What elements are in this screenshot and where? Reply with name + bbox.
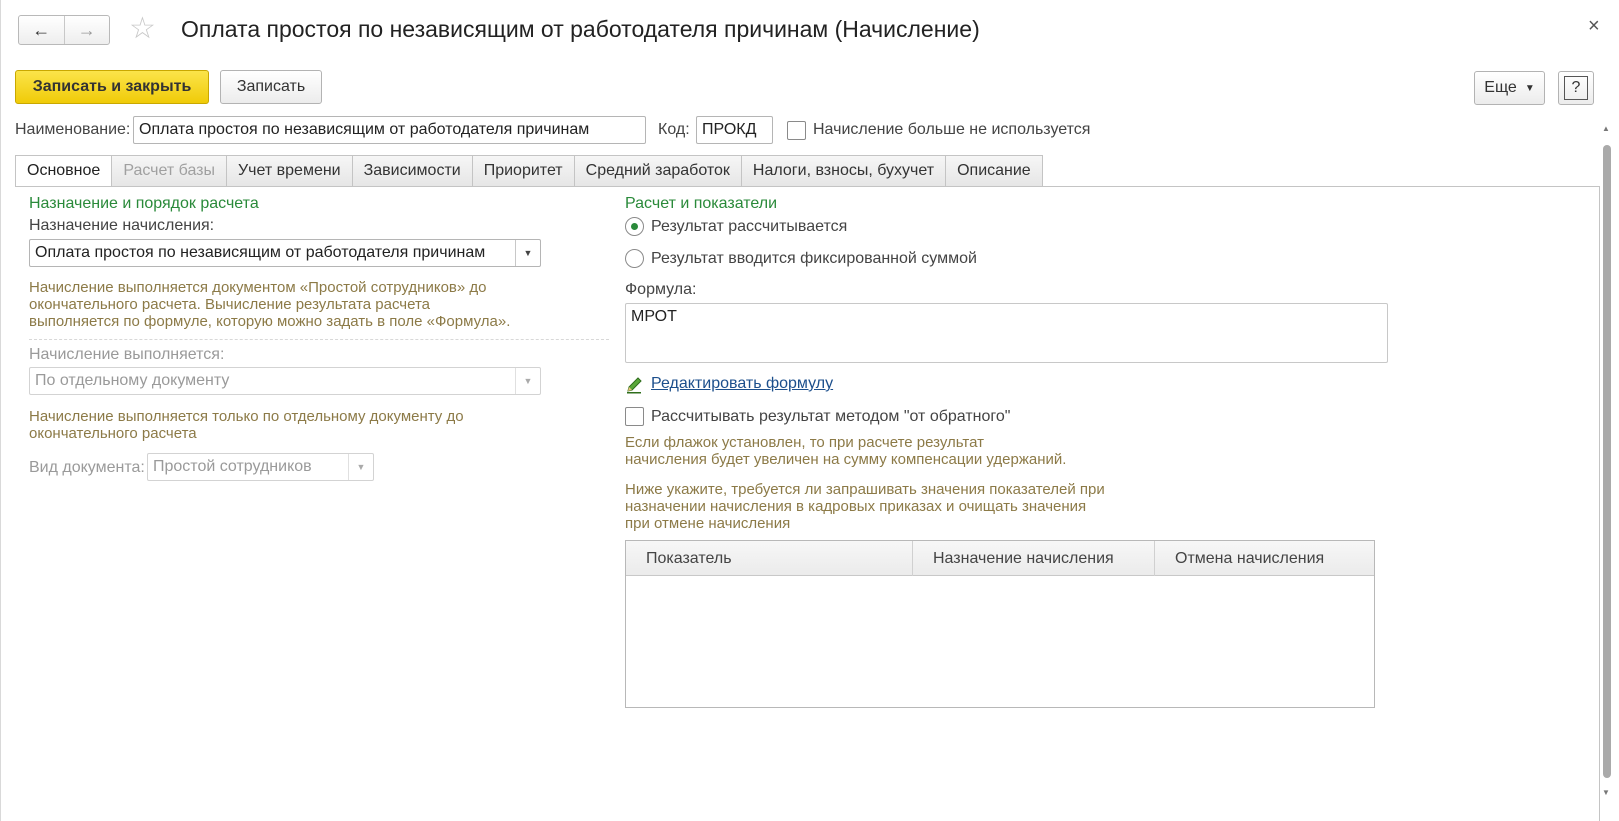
indicators-hint-line-1: Ниже укажите, требуется ли запрашивать з… xyxy=(625,481,1105,498)
doc-type-select: Простой сотрудников ▼ xyxy=(147,453,374,481)
navigation-buttons: ← → xyxy=(18,15,110,45)
purpose-select-value: Оплата простоя по независящим от работод… xyxy=(35,244,486,261)
table-header: Показатель Назначение начисления Отмена … xyxy=(626,541,1374,576)
tab-description[interactable]: Описание xyxy=(946,155,1043,187)
back-button[interactable]: ← xyxy=(19,16,64,44)
radio-result-fixed-label: Результат вводится фиксированной суммой xyxy=(651,250,977,267)
tab-taxes[interactable]: Налоги, взносы, бухучет xyxy=(741,155,947,187)
help-button[interactable]: ? xyxy=(1558,71,1594,105)
edit-formula-link[interactable]: Редактировать формулу xyxy=(651,375,833,393)
formula-input[interactable]: МРОТ xyxy=(625,303,1388,363)
radio-result-calculated[interactable] xyxy=(625,217,644,236)
performed-hint-line-1: Начисление выполняется только по отдельн… xyxy=(29,408,464,425)
unused-checkbox[interactable] xyxy=(787,121,806,140)
divider xyxy=(29,339,609,340)
chevron-down-icon: ▼ xyxy=(348,454,373,480)
tab-time-accounting[interactable]: Учет времени xyxy=(227,155,353,187)
chevron-down-icon: ▼ xyxy=(1524,82,1535,94)
reverse-hint-line-2: начисления будет увеличен на сумму компе… xyxy=(625,451,1067,468)
reverse-method-checkbox[interactable] xyxy=(625,407,644,426)
reverse-method-label: Рассчитывать результат методом "от обрат… xyxy=(651,408,1011,425)
performed-select-value: По отдельному документу xyxy=(35,372,230,389)
chevron-down-icon: ▼ xyxy=(515,368,540,394)
column-header-cancellation[interactable]: Отмена начисления xyxy=(1155,541,1374,576)
arrow-left-icon: ← xyxy=(32,19,51,40)
tab-base-calculation[interactable]: Расчет базы xyxy=(112,155,227,187)
chevron-down-icon[interactable]: ▼ xyxy=(515,240,540,266)
indicators-hint-line-3: при отмене начисления xyxy=(625,515,791,532)
doc-type-label: Вид документа: xyxy=(29,459,145,476)
scroll-down-icon[interactable]: ▼ xyxy=(1602,788,1610,797)
code-label: Код: xyxy=(658,121,690,138)
tab-bar: Основное Расчет базы Учет времени Зависи… xyxy=(15,155,1043,187)
tab-main[interactable]: Основное xyxy=(15,155,113,187)
performed-label: Начисление выполняется: xyxy=(29,346,225,363)
performed-hint-line-2: окончательного расчета xyxy=(29,425,197,442)
doc-type-select-value: Простой сотрудников xyxy=(153,458,312,475)
column-header-indicator[interactable]: Показатель xyxy=(626,541,913,576)
help-icon: ? xyxy=(1564,76,1588,100)
scroll-up-icon[interactable]: ▲ xyxy=(1602,124,1610,133)
arrow-right-icon: → xyxy=(77,19,96,40)
column-header-assignment[interactable]: Назначение начисления xyxy=(913,541,1155,576)
formula-label: Формула: xyxy=(625,281,697,298)
section-title-purpose: Назначение и порядок расчета xyxy=(29,195,259,212)
radio-result-fixed[interactable] xyxy=(625,249,644,268)
reverse-hint-line-1: Если флажок установлен, то при расчете р… xyxy=(625,434,985,451)
tab-dependencies[interactable]: Зависимости xyxy=(352,155,473,187)
forward-button[interactable]: → xyxy=(63,16,110,44)
purpose-hint-line-3: выполняется по формуле, которую можно за… xyxy=(29,313,511,330)
save-button[interactable]: Записать xyxy=(220,70,322,104)
performed-select: По отдельному документу ▼ xyxy=(29,367,541,395)
tab-priority[interactable]: Приоритет xyxy=(472,155,575,187)
indicators-hint-line-2: назначении начисления в кадровых приказа… xyxy=(625,498,1087,515)
section-title-calculation: Расчет и показатели xyxy=(625,195,778,212)
more-button-label: Еще xyxy=(1484,79,1517,96)
save-and-close-button[interactable]: Записать и закрыть xyxy=(15,70,209,104)
name-input[interactable]: Оплата простоя по независящим от работод… xyxy=(133,116,646,144)
purpose-hint-line-2: окончательного расчета. Вычисление резул… xyxy=(29,296,430,313)
purpose-hint-line-1: Начисление выполняется документом «Прост… xyxy=(29,279,487,296)
form-window: ← → ☆ Оплата простоя по независящим от р… xyxy=(0,0,1619,821)
close-icon[interactable]: × xyxy=(1588,14,1600,38)
purpose-label: Назначение начисления: xyxy=(29,217,215,234)
indicators-table[interactable]: Показатель Назначение начисления Отмена … xyxy=(625,540,1375,708)
page-title: Оплата простоя по независящим от работод… xyxy=(181,16,980,42)
name-label: Наименование: xyxy=(15,121,131,138)
code-input[interactable]: ПРОКД xyxy=(696,116,773,144)
more-button[interactable]: Еще ▼ xyxy=(1474,71,1545,105)
vertical-scrollbar[interactable] xyxy=(1603,145,1611,778)
purpose-select[interactable]: Оплата простоя по независящим от работод… xyxy=(29,239,541,267)
pencil-icon xyxy=(627,377,642,394)
radio-result-calculated-label: Результат рассчитывается xyxy=(651,218,848,235)
tab-average-earnings[interactable]: Средний заработок xyxy=(574,155,742,187)
star-icon[interactable]: ☆ xyxy=(129,14,156,44)
unused-label: Начисление больше не используется xyxy=(813,121,1091,138)
